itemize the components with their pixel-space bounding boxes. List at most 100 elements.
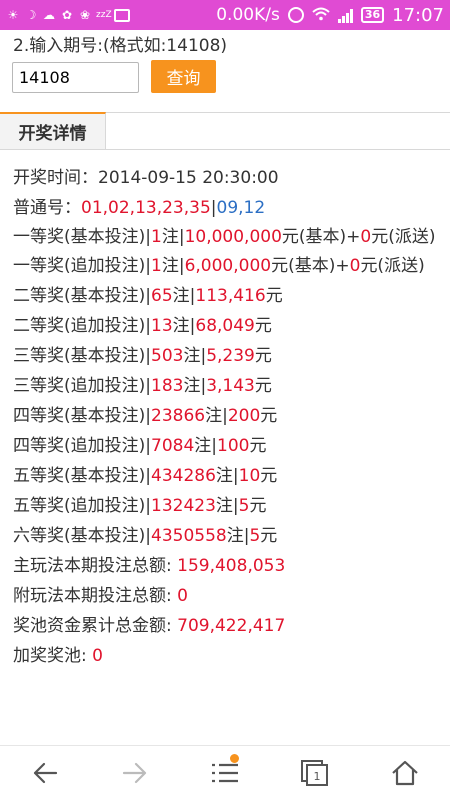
prize-row: 一等奖(追加投注)|1注|6,000,000元(基本)+0元(派送): [13, 252, 443, 281]
prize-unit: 注|: [183, 346, 207, 366]
main-total-value: 159,408,053: [177, 556, 286, 576]
bonus-pool-value: 0: [92, 646, 103, 666]
home-icon: [392, 760, 418, 786]
prize-suffix: 元(基本)+: [281, 227, 361, 247]
prize-suffix: 元: [260, 406, 278, 426]
prize-unit: 注|: [161, 256, 185, 276]
forward-icon: [122, 762, 147, 784]
back-icon: [33, 762, 58, 784]
prize-count: 434286: [151, 466, 216, 486]
prize-name: 二等奖(追加投注)|: [13, 316, 151, 336]
prize-count: 183: [151, 376, 184, 396]
query-button[interactable]: 查询: [151, 60, 216, 93]
prize-row: 三等奖(追加投注)|183注|3,143元: [13, 371, 443, 401]
prize-suffix: 元: [254, 376, 272, 396]
prize-count: 23866: [151, 406, 206, 426]
prize-count: 4350558: [151, 526, 227, 546]
prize-name: 五等奖(基本投注)|: [13, 466, 151, 486]
prize-amount: 10: [238, 466, 261, 486]
prize-count: 7084: [151, 436, 195, 456]
signal-icon: [337, 7, 353, 23]
prize-name: 六等奖(基本投注)|: [13, 526, 151, 546]
prize-row: 五等奖(追加投注)|132423注|5元: [13, 491, 443, 521]
sun-icon: ☀: [7, 8, 19, 22]
sub-total-label: 附玩法本期投注总额:: [13, 586, 178, 606]
pool-value: 709,422,417: [177, 616, 286, 636]
tab-count: 1: [314, 770, 321, 783]
bonus-pool-row: 加奖奖池: 0: [13, 641, 443, 671]
tabs-icon: 1: [301, 760, 328, 786]
back-numbers: 09,12: [216, 198, 266, 218]
prize-extra: 0: [360, 227, 372, 247]
status-bar: ☀ ☽ ☁ ✿ ❀ zzZ 0.00K/s 36 17:07: [0, 0, 450, 30]
prize-name: 四等奖(基本投注)|: [13, 406, 151, 426]
alarm-icon: [287, 7, 304, 23]
forward-button[interactable]: [110, 748, 160, 798]
home-button[interactable]: [380, 748, 430, 798]
tab-divider: [106, 149, 450, 150]
prize-row: 五等奖(基本投注)|434286注|10元: [13, 461, 443, 491]
prize-name: 三等奖(基本投注)|: [13, 346, 151, 366]
prize-suffix: 元: [260, 526, 278, 546]
main-total-label: 主玩法本期投注总额:: [13, 556, 178, 576]
prize-extra-suffix: 元(派送): [371, 227, 436, 247]
prize-unit: 注|: [172, 286, 196, 306]
draw-time-label: 开奖时间：: [13, 168, 98, 188]
prize-unit: 注|: [205, 406, 228, 426]
prize-row: 二等奖(追加投注)|13注|68,049元: [13, 311, 443, 341]
prize-name: 一等奖(基本投注)|: [13, 227, 151, 247]
clock: 17:07: [392, 4, 444, 26]
prize-amount: 68,049: [195, 316, 255, 336]
period-input[interactable]: [12, 62, 139, 93]
prize-suffix: 元(基本)+: [271, 256, 350, 276]
moon-icon: ☽: [25, 8, 37, 22]
prize-suffix: 元: [260, 466, 278, 486]
prize-row: 一等奖(基本投注)|1注|10,000,000元(基本)+0元(派送): [13, 223, 443, 252]
prize-count: 1: [151, 256, 162, 276]
draw-time: 2014-09-15 20:30:00: [98, 168, 279, 188]
prize-name: 一等奖(追加投注)|: [13, 256, 151, 276]
prize-unit: 注|: [183, 376, 207, 396]
tabs-button[interactable]: 1: [290, 748, 340, 798]
winning-numbers-row: 普通号：01,02,13,23,35|09,12: [13, 193, 443, 223]
prize-row: 二等奖(基本投注)|65注|113,416元: [13, 281, 443, 311]
battery-icon: 36: [360, 7, 385, 23]
prize-count: 65: [151, 286, 173, 306]
sub-total-row: 附玩法本期投注总额: 0: [13, 581, 443, 611]
prize-unit: 注|: [215, 466, 239, 486]
prize-suffix: 元: [249, 496, 267, 516]
menu-button[interactable]: [200, 748, 250, 798]
prize-suffix: 元: [265, 286, 283, 306]
prize-amount: 5: [238, 496, 250, 516]
prize-unit: 注|: [215, 496, 239, 516]
prize-amount: 100: [217, 436, 250, 456]
prize-amount: 10,000,000: [184, 227, 282, 247]
period-hint: 2.输入期号:(格式如:14108): [13, 36, 228, 56]
prize-count: 503: [151, 346, 184, 366]
prize-name: 四等奖(追加投注)|: [13, 436, 151, 456]
prize-name: 二等奖(基本投注)|: [13, 286, 151, 306]
prize-amount: 6,000,000: [184, 256, 272, 276]
pool-label: 奖池资金累计总金额:: [13, 616, 178, 636]
prize-count: 1: [151, 227, 162, 247]
sub-total-value: 0: [177, 586, 188, 606]
draw-results: 开奖时间：2014-09-15 20:30:00 普通号：01,02,13,23…: [13, 163, 443, 671]
notification-icons: ☀ ☽ ☁ ✿ ❀ zzZ: [6, 8, 130, 22]
tab-draw-details[interactable]: 开奖详情: [0, 112, 106, 150]
prize-amount: 3,143: [206, 376, 255, 396]
prize-row: 四等奖(追加投注)|7084注|100元: [13, 431, 443, 461]
prize-extra-suffix: 元(派送): [360, 256, 425, 276]
image-icon: [114, 8, 130, 22]
cloud-icon: ☁: [43, 8, 55, 22]
back-button[interactable]: [20, 748, 70, 798]
prize-count: 13: [151, 316, 173, 336]
prize-unit: 注|: [172, 316, 196, 336]
prize-row: 三等奖(基本投注)|503注|5,239元: [13, 341, 443, 371]
browser-toolbar: 1: [0, 745, 450, 800]
bonus-pool-label: 加奖奖池:: [13, 646, 93, 666]
prize-amount: 113,416: [195, 286, 266, 306]
prize-unit: 注|: [161, 227, 185, 247]
draw-time-row: 开奖时间：2014-09-15 20:30:00: [13, 163, 443, 193]
notification-dot: [230, 754, 239, 763]
sleep-icon: zzZ: [96, 10, 112, 20]
